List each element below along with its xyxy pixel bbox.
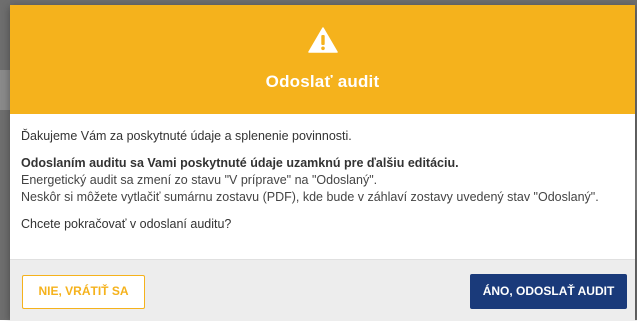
dialog-title: Odoslať audit [265,72,380,91]
dialog-footer: NIE, VRÁTIŤ SA ÁNO, ODOSLAŤ AUDIT [10,259,635,321]
warning-icon [307,27,338,53]
confirm-question-text: Chcete pokračovať v odoslaní auditu? [21,217,232,231]
dialog-header: Odoslať audit [10,5,635,114]
cancel-button[interactable]: NIE, VRÁTIŤ SA [22,275,145,309]
send-audit-dialog: Odoslať audit Ďakujeme Vám za poskytnuté… [10,5,635,321]
background-page-fragment [0,70,10,110]
dialog-body: Ďakujeme Vám za poskytnuté údaje a splen… [10,114,635,259]
send-audit-button[interactable]: ÁNO, ODOSLAŤ AUDIT [470,274,627,309]
lock-notice-text: Odoslaním auditu sa Vami poskytnuté údaj… [21,156,459,170]
thanks-text: Ďakujeme Vám za poskytnuté údaje a splen… [21,129,352,143]
print-note-text: Neskôr si môžete vytlačiť sumárnu zostav… [21,190,599,204]
status-change-text: Energetický audit sa zmení zo stavu "V p… [21,173,378,187]
